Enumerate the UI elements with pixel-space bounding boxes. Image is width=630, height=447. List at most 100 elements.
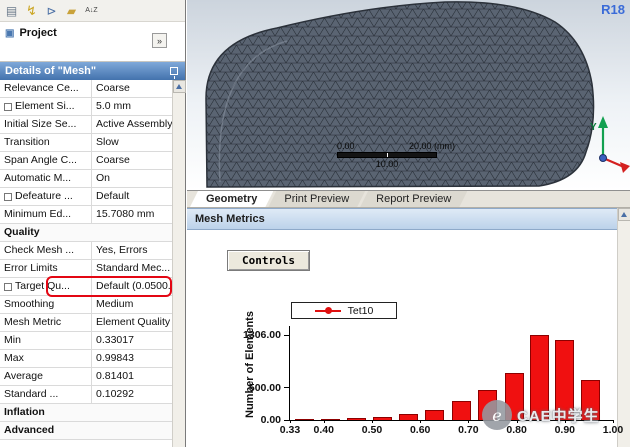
- parameter-checkbox[interactable]: [4, 192, 12, 201]
- row-value[interactable]: 0.99843: [92, 350, 172, 367]
- outline-tree: ▣ Project »: [0, 22, 185, 62]
- histogram-bar[interactable]: [504, 372, 524, 420]
- row-value[interactable]: Coarse: [92, 152, 172, 169]
- row-label-text: Defeature ...: [15, 190, 73, 202]
- histogram-bar[interactable]: [530, 335, 550, 420]
- histogram-bar[interactable]: [478, 389, 498, 420]
- x-tick-label: 0.40: [313, 424, 334, 436]
- y-tick-mark: [284, 387, 290, 389]
- row-value[interactable]: Active Assembly: [92, 116, 172, 133]
- row-value[interactable]: Standard Mec...: [92, 260, 172, 277]
- row-label: Defeature ...: [0, 188, 92, 205]
- row-label: Standard ...: [0, 386, 92, 403]
- row-value[interactable]: 5.0 mm: [92, 98, 172, 115]
- parameter-checkbox[interactable]: [4, 102, 12, 111]
- details-row[interactable]: Mesh Metric Element Quality: [0, 314, 172, 332]
- az-sort-icon[interactable]: A↓Z: [83, 2, 100, 19]
- details-row[interactable]: Minimum Ed... 15.7080 mm: [0, 206, 172, 224]
- details-section-row[interactable]: Advanced: [0, 422, 172, 440]
- scroll-up-button[interactable]: [172, 80, 186, 93]
- project-label: Project: [19, 27, 57, 39]
- row-value[interactable]: Default: [92, 188, 172, 205]
- details-row[interactable]: Defeature ... Default: [0, 188, 172, 206]
- scale-ruler: 0.00 20.00 (mm) 10.00: [337, 141, 455, 169]
- row-label-text: Automatic M...: [4, 172, 72, 184]
- row-value[interactable]: Yes, Errors: [92, 242, 172, 259]
- row-value[interactable]: On: [92, 170, 172, 187]
- row-label: Element Si...: [0, 98, 92, 115]
- x-tick-mark: [323, 420, 325, 423]
- details-rows: Relevance Ce... Coarse Element Si... 5.0 mm…: [0, 80, 172, 447]
- details-row[interactable]: Standard ... 0.10292: [0, 386, 172, 404]
- details-row[interactable]: Average 0.81401: [0, 368, 172, 386]
- row-value[interactable]: 0.81401: [92, 368, 172, 385]
- details-row[interactable]: Error Limits Standard Mec...: [0, 260, 172, 278]
- graphics-viewport[interactable]: R18 0.00 20.00 (mm) 10.00 Y: [187, 0, 630, 190]
- row-value[interactable]: 15.7080 mm: [92, 206, 172, 223]
- x-tick-mark: [468, 420, 470, 423]
- worksheet-icon[interactable]: ▤: [3, 2, 20, 19]
- y-tick-mark: [284, 334, 290, 336]
- row-value[interactable]: Coarse: [92, 80, 172, 97]
- row-value[interactable]: Default (0.0500...: [92, 278, 172, 295]
- parameter-checkbox[interactable]: [4, 282, 12, 291]
- histogram-bar[interactable]: [373, 416, 393, 420]
- histogram-plot-area[interactable]: 0.33 0.40 0.50 0.60 0.70 0.80 0.90 1.00: [280, 326, 623, 436]
- row-label-text: Smoothing: [4, 298, 55, 310]
- row-label: Smoothing: [0, 296, 92, 313]
- row-value[interactable]: 0.10292: [92, 386, 172, 403]
- up-arrow-icon: [176, 84, 182, 89]
- ruler-max-label: 20.00 (mm): [408, 141, 455, 151]
- controls-button[interactable]: Controls: [227, 250, 310, 271]
- folder-icon[interactable]: ▰: [63, 2, 80, 19]
- details-section-row[interactable]: Quality: [0, 224, 172, 242]
- details-row[interactable]: Relevance Ce... Coarse: [0, 80, 172, 98]
- row-label-text: Mesh Metric: [4, 316, 62, 328]
- histogram-bar[interactable]: [347, 418, 367, 420]
- mesh-metrics-header: Mesh Metrics: [187, 208, 617, 230]
- ansys-mechanical-window: ▤ ↯ ⊳ ▰ A↓Z ▣ Project » Details of "Mesh" Re…: [0, 0, 630, 447]
- expand-button[interactable]: »: [152, 33, 167, 48]
- x-tick-label: 0.50: [361, 424, 383, 436]
- histogram-bar[interactable]: [555, 340, 575, 420]
- details-section-row[interactable]: Inflation: [0, 404, 172, 422]
- details-row[interactable]: Span Angle C... Coarse: [0, 152, 172, 170]
- solve-lightning-icon[interactable]: ↯: [23, 2, 40, 19]
- details-row[interactable]: Check Mesh ... Yes, Errors: [0, 242, 172, 260]
- pin-icon[interactable]: [170, 67, 178, 79]
- y-tick-label: 500.00: [248, 381, 281, 394]
- details-row[interactable]: Smoothing Medium: [0, 296, 172, 314]
- histogram-bar[interactable]: [294, 419, 314, 420]
- row-label-text: Advanced: [4, 424, 55, 436]
- details-row[interactable]: Element Si... 5.0 mm: [0, 98, 172, 116]
- row-value[interactable]: Slow: [92, 134, 172, 151]
- row-label: Advanced: [0, 422, 172, 439]
- orientation-triad[interactable]: Y: [586, 112, 630, 176]
- histogram-bar[interactable]: [398, 414, 418, 420]
- row-label-text: Span Angle C...: [4, 154, 77, 166]
- details-row[interactable]: Max 0.99843: [0, 350, 172, 368]
- tab-report-preview[interactable]: Report Preview: [360, 191, 467, 207]
- details-scrollbar[interactable]: [172, 80, 186, 447]
- details-row[interactable]: Automatic M... On: [0, 170, 172, 188]
- histogram-bar[interactable]: [451, 401, 471, 420]
- row-label: Average: [0, 368, 92, 385]
- details-row[interactable]: Initial Size Se... Active Assembly: [0, 116, 172, 134]
- scroll-up-button[interactable]: [617, 208, 630, 221]
- row-value[interactable]: Medium: [92, 296, 172, 313]
- details-row[interactable]: Target Qu... Default (0.0500...: [0, 276, 172, 297]
- y-axis-arrow: [598, 116, 608, 128]
- main-area: R18 0.00 20.00 (mm) 10.00 Y Geometry Prin…: [187, 0, 630, 447]
- row-label: Max: [0, 350, 92, 367]
- y-tick-mark: [284, 419, 290, 421]
- row-value[interactable]: Element Quality: [92, 314, 172, 331]
- details-row[interactable]: Min 0.33017: [0, 332, 172, 350]
- histogram-bar[interactable]: [425, 409, 445, 420]
- tab-geometry[interactable]: Geometry: [190, 191, 273, 207]
- tab-print-preview[interactable]: Print Preview: [268, 191, 365, 207]
- bottom-scrollbar[interactable]: [617, 208, 630, 447]
- show-errors-icon[interactable]: ⊳: [43, 2, 60, 19]
- row-value[interactable]: 0.33017: [92, 332, 172, 349]
- details-row[interactable]: Transition Slow: [0, 134, 172, 152]
- histogram-bar[interactable]: [580, 380, 600, 420]
